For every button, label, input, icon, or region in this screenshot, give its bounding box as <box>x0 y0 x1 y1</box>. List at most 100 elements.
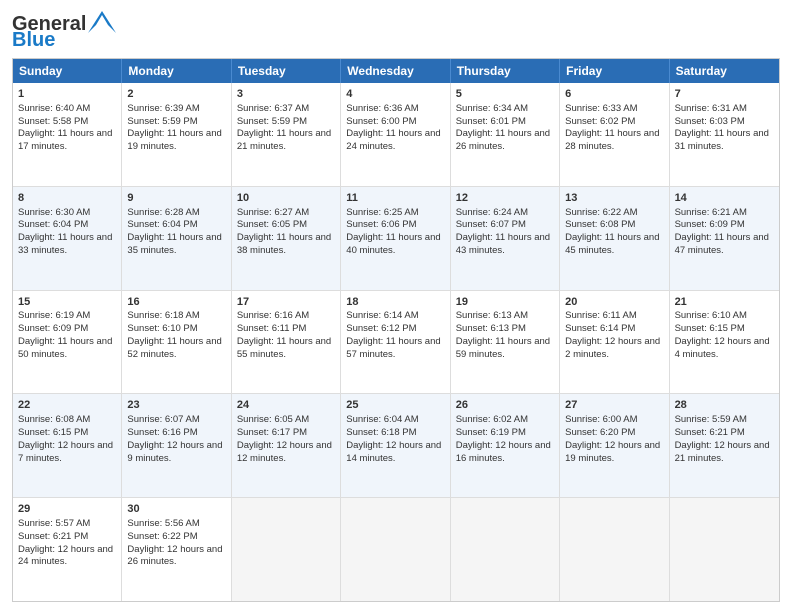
daylight: Daylight: 12 hours and 24 minutes. <box>18 544 113 568</box>
daylight: Daylight: 11 hours and 35 minutes. <box>127 232 221 256</box>
calendar-cell: 13Sunrise: 6:22 AMSunset: 6:08 PMDayligh… <box>560 187 669 290</box>
daylight: Daylight: 11 hours and 43 minutes. <box>456 232 550 256</box>
day-number: 28 <box>675 398 774 413</box>
calendar-cell: 12Sunrise: 6:24 AMSunset: 6:07 PMDayligh… <box>451 187 560 290</box>
calendar-week-3: 15Sunrise: 6:19 AMSunset: 6:09 PMDayligh… <box>13 290 779 394</box>
sunset: Sunset: 6:18 PM <box>346 427 416 438</box>
calendar-cell: 18Sunrise: 6:14 AMSunset: 6:12 PMDayligh… <box>341 291 450 394</box>
logo: General Blue <box>12 14 118 50</box>
sunrise: Sunrise: 6:04 AM <box>346 414 418 425</box>
sunrise: Sunrise: 6:11 AM <box>565 310 637 321</box>
calendar-cell: 7Sunrise: 6:31 AMSunset: 6:03 PMDaylight… <box>670 83 779 186</box>
calendar-week-5: 29Sunrise: 5:57 AMSunset: 6:21 PMDayligh… <box>13 497 779 601</box>
daylight: Daylight: 11 hours and 24 minutes. <box>346 128 440 152</box>
daylight: Daylight: 11 hours and 59 minutes. <box>456 336 550 360</box>
sunrise: Sunrise: 6:02 AM <box>456 414 528 425</box>
calendar-cell: 10Sunrise: 6:27 AMSunset: 6:05 PMDayligh… <box>232 187 341 290</box>
day-number: 29 <box>18 502 116 517</box>
calendar-cell: 21Sunrise: 6:10 AMSunset: 6:15 PMDayligh… <box>670 291 779 394</box>
calendar-cell: 26Sunrise: 6:02 AMSunset: 6:19 PMDayligh… <box>451 394 560 497</box>
day-number: 6 <box>565 87 663 102</box>
day-number: 14 <box>675 191 774 206</box>
sunset: Sunset: 6:12 PM <box>346 323 416 334</box>
sunset: Sunset: 6:21 PM <box>675 427 745 438</box>
logo-arrow-icon <box>88 11 118 33</box>
calendar-week-1: 1Sunrise: 6:40 AMSunset: 5:58 PMDaylight… <box>13 83 779 186</box>
sunset: Sunset: 6:05 PM <box>237 219 307 230</box>
sunrise: Sunrise: 6:25 AM <box>346 207 418 218</box>
daylight: Daylight: 12 hours and 4 minutes. <box>675 336 770 360</box>
sunrise: Sunrise: 5:59 AM <box>675 414 747 425</box>
day-number: 23 <box>127 398 225 413</box>
calendar: SundayMondayTuesdayWednesdayThursdayFrid… <box>12 58 780 602</box>
day-number: 13 <box>565 191 663 206</box>
sunset: Sunset: 6:00 PM <box>346 116 416 127</box>
sunset: Sunset: 6:08 PM <box>565 219 635 230</box>
sunrise: Sunrise: 6:34 AM <box>456 103 528 114</box>
calendar-cell: 25Sunrise: 6:04 AMSunset: 6:18 PMDayligh… <box>341 394 450 497</box>
calendar-body: 1Sunrise: 6:40 AMSunset: 5:58 PMDaylight… <box>13 83 779 601</box>
calendar-cell <box>232 498 341 601</box>
sunrise: Sunrise: 6:37 AM <box>237 103 309 114</box>
sunset: Sunset: 6:15 PM <box>675 323 745 334</box>
day-number: 11 <box>346 191 444 206</box>
day-number: 27 <box>565 398 663 413</box>
daylight: Daylight: 11 hours and 19 minutes. <box>127 128 221 152</box>
day-number: 8 <box>18 191 116 206</box>
daylight: Daylight: 11 hours and 40 minutes. <box>346 232 440 256</box>
calendar-cell: 8Sunrise: 6:30 AMSunset: 6:04 PMDaylight… <box>13 187 122 290</box>
daylight: Daylight: 11 hours and 52 minutes. <box>127 336 221 360</box>
page: General Blue SundayMondayTuesdayWednesda… <box>0 0 792 612</box>
sunset: Sunset: 6:20 PM <box>565 427 635 438</box>
calendar-cell: 2Sunrise: 6:39 AMSunset: 5:59 PMDaylight… <box>122 83 231 186</box>
day-number: 25 <box>346 398 444 413</box>
calendar-cell: 14Sunrise: 6:21 AMSunset: 6:09 PMDayligh… <box>670 187 779 290</box>
sunrise: Sunrise: 6:07 AM <box>127 414 199 425</box>
sunset: Sunset: 6:14 PM <box>565 323 635 334</box>
calendar-cell: 4Sunrise: 6:36 AM Sunset: 6:00 PMDaylight… <box>341 83 450 186</box>
day-number: 12 <box>456 191 554 206</box>
day-number: 2 <box>127 87 225 102</box>
day-number: 26 <box>456 398 554 413</box>
calendar-cell: 29Sunrise: 5:57 AMSunset: 6:21 PMDayligh… <box>13 498 122 601</box>
sunset: Sunset: 6:02 PM <box>565 116 635 127</box>
sunset: Sunset: 6:04 PM <box>18 219 88 230</box>
calendar-cell: 11Sunrise: 6:25 AMSunset: 6:06 PM Dayligh… <box>341 187 450 290</box>
sunrise: Sunrise: 6:08 AM <box>18 414 90 425</box>
sunset: Sunset: 6:09 PM <box>18 323 88 334</box>
day-number: 16 <box>127 295 225 310</box>
sunset: Sunset: 6:19 PM <box>456 427 526 438</box>
daylight: Daylight: 12 hours and 2 minutes. <box>565 336 660 360</box>
calendar-cell: 19Sunrise: 6:13 AMSunset: 6:13 PMDayligh… <box>451 291 560 394</box>
day-number: 9 <box>127 191 225 206</box>
sunset: Sunset: 6:06 PM <box>346 219 416 230</box>
daylight: Daylight: 11 hours and 38 minutes. <box>237 232 331 256</box>
day-number: 4 <box>346 87 444 102</box>
sunset: Sunset: 5:59 PM <box>237 116 307 127</box>
sunrise: Sunrise: 6:00 AM <box>565 414 637 425</box>
sunset: Sunset: 6:03 PM <box>675 116 745 127</box>
sunset: Sunset: 6:22 PM <box>127 531 197 542</box>
daylight: Daylight: 12 hours and 26 minutes. <box>127 544 222 568</box>
day-number: 10 <box>237 191 335 206</box>
sunrise: Sunrise: 6:13 AM <box>456 310 528 321</box>
sunrise: Sunrise: 6:21 AM <box>675 207 747 218</box>
calendar-header: SundayMondayTuesdayWednesdayThursdayFrid… <box>13 59 779 83</box>
day-number: 7 <box>675 87 774 102</box>
calendar-cell <box>670 498 779 601</box>
sunrise: Sunrise: 6:14 AM <box>346 310 418 321</box>
sunrise: Sunrise: 6:36 AM <box>346 103 418 114</box>
sunrise: Sunrise: 6:10 AM <box>675 310 747 321</box>
sunset: Sunset: 6:07 PM <box>456 219 526 230</box>
calendar-cell <box>341 498 450 601</box>
daylight: Daylight: 11 hours and 47 minutes. <box>675 232 769 256</box>
sunrise: Sunrise: 6:19 AM <box>18 310 90 321</box>
header: General Blue <box>12 10 780 50</box>
calendar-cell: 23Sunrise: 6:07 AMSunset: 6:16 PMDayligh… <box>122 394 231 497</box>
calendar-cell: 28Sunrise: 5:59 AMSunset: 6:21 PMDayligh… <box>670 394 779 497</box>
sunrise: Sunrise: 6:22 AM <box>565 207 637 218</box>
sunset: Sunset: 6:21 PM <box>18 531 88 542</box>
calendar-cell: 16Sunrise: 6:18 AMSunset: 6:10 PMDayligh… <box>122 291 231 394</box>
calendar-cell: 1Sunrise: 6:40 AMSunset: 5:58 PMDaylight… <box>13 83 122 186</box>
calendar-cell: 5Sunrise: 6:34 AMSunset: 6:01 PMDaylight… <box>451 83 560 186</box>
